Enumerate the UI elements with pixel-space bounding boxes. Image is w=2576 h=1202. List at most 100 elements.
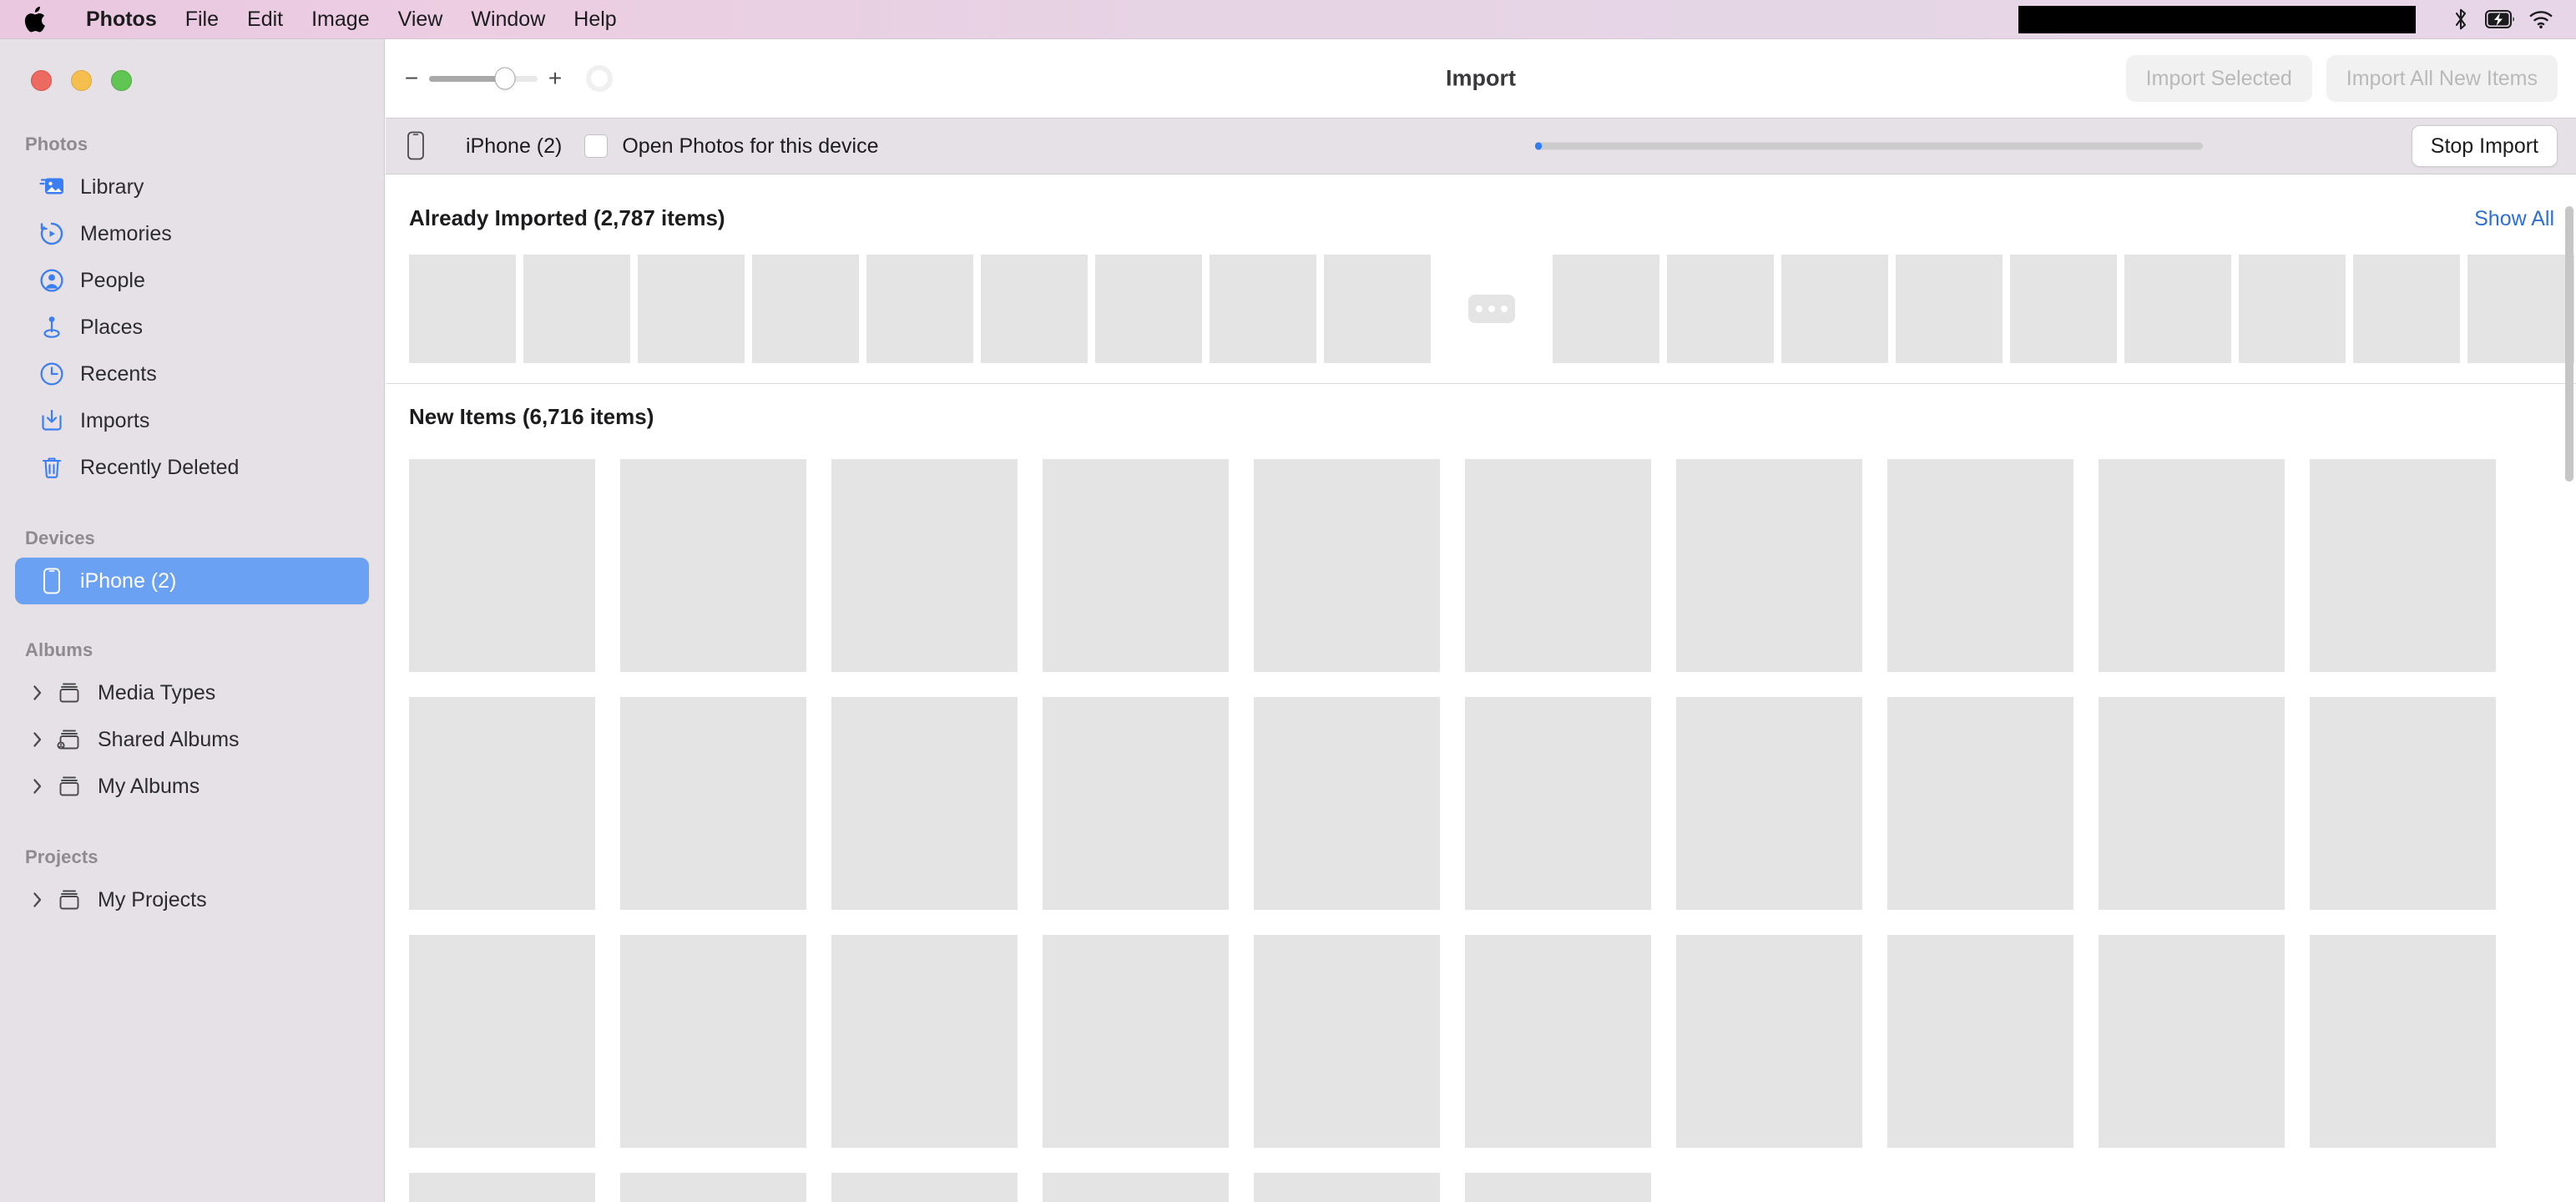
- new-item-thumbnail[interactable]: [409, 459, 595, 672]
- already-imported-thumbnail[interactable]: [1667, 255, 1774, 363]
- chevron-right-icon[interactable]: [23, 891, 52, 909]
- battery-charging-icon[interactable]: [2484, 3, 2518, 36]
- menu-item-view[interactable]: View: [384, 0, 457, 38]
- new-items-grid[interactable]: [386, 459, 2576, 1202]
- new-item-thumbnail[interactable]: [1043, 935, 1229, 1148]
- new-item-thumbnail[interactable]: [831, 935, 1018, 1148]
- sidebar-item-media-types[interactable]: Media Types: [15, 669, 369, 716]
- sidebar-item-my-albums[interactable]: My Albums: [15, 763, 369, 810]
- sidebar-item-places[interactable]: Places: [15, 304, 369, 351]
- already-imported-thumbnail[interactable]: [1781, 255, 1888, 363]
- zoom-slider-knob[interactable]: [494, 67, 516, 90]
- menu-item-edit[interactable]: Edit: [233, 0, 297, 38]
- already-imported-thumbnail[interactable]: [2239, 255, 2346, 363]
- new-item-thumbnail[interactable]: [831, 459, 1018, 672]
- already-imported-thumbnail-strip[interactable]: [386, 255, 2576, 363]
- menu-item-window[interactable]: Window: [457, 0, 559, 38]
- sidebar-item-people[interactable]: People: [15, 257, 369, 304]
- new-item-thumbnail[interactable]: [1254, 1173, 1440, 1202]
- already-imported-thumbnail[interactable]: [1553, 255, 1659, 363]
- sidebar-item-imports[interactable]: Imports: [15, 397, 369, 444]
- new-item-thumbnail[interactable]: [1465, 935, 1651, 1148]
- aspect-ratio-button[interactable]: [586, 65, 613, 92]
- import-selected-button[interactable]: Import Selected: [2125, 55, 2312, 102]
- new-item-thumbnail[interactable]: [409, 697, 595, 910]
- new-item-thumbnail[interactable]: [620, 459, 806, 672]
- new-item-thumbnail[interactable]: [1676, 697, 1862, 910]
- already-imported-thumbnail[interactable]: [2124, 255, 2231, 363]
- new-item-thumbnail[interactable]: [409, 1173, 595, 1202]
- new-item-thumbnail[interactable]: [1465, 697, 1651, 910]
- new-item-thumbnail[interactable]: [1676, 935, 1862, 1148]
- sidebar-item-memories[interactable]: Memories: [15, 210, 369, 257]
- new-item-thumbnail[interactable]: [2099, 459, 2285, 672]
- new-item-thumbnail[interactable]: [620, 1173, 806, 1202]
- new-item-thumbnail[interactable]: [1043, 459, 1229, 672]
- new-item-thumbnail[interactable]: [2099, 935, 2285, 1148]
- already-imported-thumbnail[interactable]: [1896, 255, 2003, 363]
- new-item-thumbnail[interactable]: [1043, 1173, 1229, 1202]
- new-item-thumbnail[interactable]: [1887, 697, 2073, 910]
- sidebar-item-iphone[interactable]: iPhone (2): [15, 558, 369, 604]
- thumbnail-zoom-control[interactable]: − +: [401, 67, 566, 90]
- minimize-button[interactable]: [71, 70, 92, 91]
- new-item-thumbnail[interactable]: [1465, 1173, 1651, 1202]
- close-button[interactable]: [31, 70, 52, 91]
- already-imported-thumbnail[interactable]: [866, 255, 973, 363]
- new-item-thumbnail[interactable]: [2310, 935, 2496, 1148]
- wifi-icon[interactable]: [2524, 3, 2558, 36]
- show-all-link[interactable]: Show All: [2474, 207, 2554, 231]
- sidebar-item-recently-deleted[interactable]: Recently Deleted: [15, 444, 369, 491]
- new-item-thumbnail[interactable]: [2310, 697, 2496, 910]
- new-item-thumbnail[interactable]: [1254, 697, 1440, 910]
- already-imported-thumbnail[interactable]: [752, 255, 859, 363]
- menu-item-file[interactable]: File: [171, 0, 233, 38]
- new-item-thumbnail[interactable]: [620, 935, 806, 1148]
- new-item-thumbnail[interactable]: [1887, 459, 2073, 672]
- stop-import-button[interactable]: Stop Import: [2411, 125, 2558, 167]
- menu-item-image[interactable]: Image: [297, 0, 383, 38]
- sidebar-item-shared-albums[interactable]: Shared Albums: [15, 716, 369, 763]
- new-item-thumbnail[interactable]: [409, 935, 595, 1148]
- already-imported-thumbnail[interactable]: [2467, 255, 2574, 363]
- already-imported-thumbnail[interactable]: [523, 255, 630, 363]
- already-imported-thumbnail[interactable]: [1095, 255, 1202, 363]
- ellipsis-badge[interactable]: [1468, 295, 1515, 323]
- import-all-new-items-button[interactable]: Import All New Items: [2326, 55, 2558, 102]
- already-imported-thumbnail[interactable]: [638, 255, 745, 363]
- new-item-thumbnail[interactable]: [1254, 935, 1440, 1148]
- new-item-thumbnail[interactable]: [2099, 697, 2285, 910]
- menu-item-help[interactable]: Help: [559, 0, 630, 38]
- new-item-thumbnail[interactable]: [1676, 459, 1862, 672]
- sidebar-item-my-projects[interactable]: My Projects: [15, 876, 369, 923]
- new-item-thumbnail[interactable]: [831, 1173, 1018, 1202]
- chevron-right-icon[interactable]: [23, 730, 52, 749]
- sidebar-item-recents[interactable]: Recents: [15, 351, 369, 397]
- zoom-in-button[interactable]: +: [544, 67, 566, 90]
- chevron-right-icon[interactable]: [23, 684, 52, 702]
- already-imported-thumbnail[interactable]: [981, 255, 1088, 363]
- already-imported-thumbnail[interactable]: [1210, 255, 1316, 363]
- new-item-thumbnail[interactable]: [1465, 459, 1651, 672]
- new-item-thumbnail[interactable]: [1043, 697, 1229, 910]
- zoom-out-button[interactable]: −: [401, 67, 422, 90]
- new-item-thumbnail[interactable]: [620, 697, 806, 910]
- new-item-thumbnail[interactable]: [2310, 459, 2496, 672]
- chevron-right-icon[interactable]: [23, 777, 52, 795]
- zoom-slider[interactable]: [429, 67, 538, 90]
- bluetooth-icon[interactable]: [2444, 3, 2478, 36]
- already-imported-thumbnail[interactable]: [409, 255, 516, 363]
- already-imported-thumbnail[interactable]: [1324, 255, 1431, 363]
- new-items-header: New Items (6,716 items): [386, 404, 2576, 430]
- apple-logo-icon[interactable]: [22, 3, 50, 35]
- maximize-button[interactable]: [111, 70, 132, 91]
- menu-item-photos[interactable]: Photos: [72, 0, 171, 38]
- open-photos-checkbox[interactable]: [584, 134, 609, 158]
- content-scrollbar[interactable]: [2565, 206, 2573, 482]
- already-imported-thumbnail[interactable]: [2353, 255, 2460, 363]
- sidebar-item-library[interactable]: Library: [15, 164, 369, 210]
- already-imported-thumbnail[interactable]: [2010, 255, 2117, 363]
- new-item-thumbnail[interactable]: [1887, 935, 2073, 1148]
- new-item-thumbnail[interactable]: [831, 697, 1018, 910]
- new-item-thumbnail[interactable]: [1254, 459, 1440, 672]
